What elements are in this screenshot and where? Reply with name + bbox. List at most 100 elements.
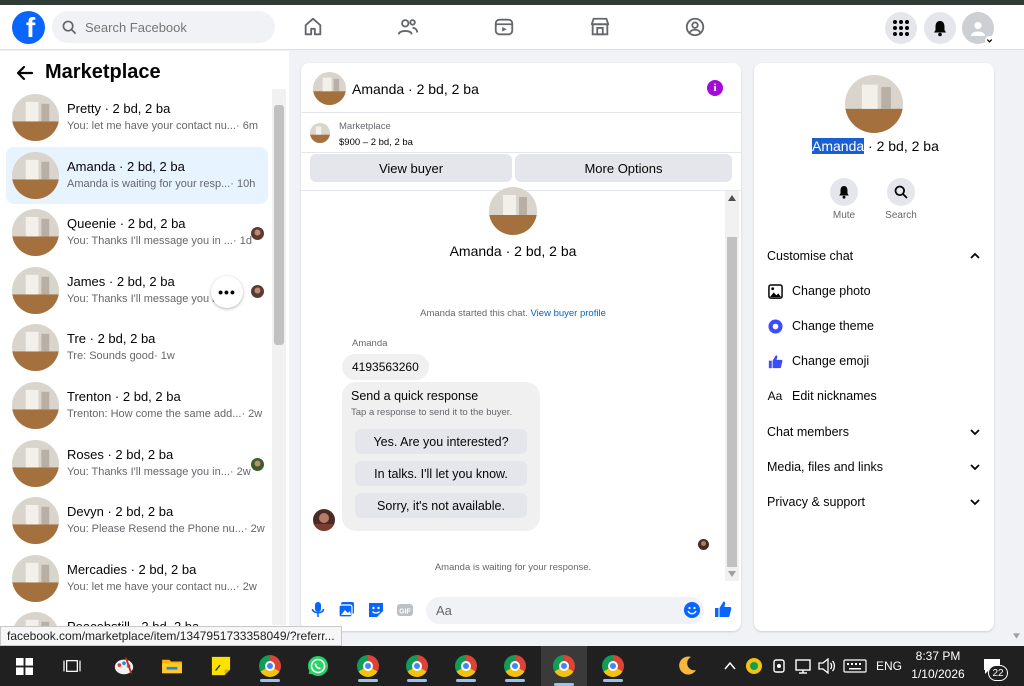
- menu-grid-icon[interactable]: [885, 12, 917, 44]
- view-buyer-profile-link[interactable]: View buyer profile: [531, 308, 606, 319]
- listing-card[interactable]: Marketplace $900 – 2 bd, 2 ba: [301, 115, 741, 153]
- chat-header-name[interactable]: Amanda · 2 bd, 2 ba: [352, 81, 479, 97]
- notifications-bell-icon[interactable]: [924, 12, 956, 44]
- media-files-section[interactable]: Media, files and links: [767, 452, 982, 482]
- quick-reply-not-available-button[interactable]: Sorry, it's not available.: [355, 493, 527, 518]
- page-scroll-down-icon[interactable]: [1013, 633, 1020, 639]
- marketplace-title: Marketplace: [45, 61, 161, 83]
- sticker-icon[interactable]: [367, 601, 385, 619]
- conversation-item[interactable]: Pretty · 2 bd, 2 ba You: let me have your…: [6, 89, 268, 147]
- search-box[interactable]: [52, 11, 275, 43]
- conversation-time: · 6m: [235, 120, 258, 132]
- conversation-item[interactable]: Amanda · 2 bd, 2 ba Amanda is waiting for…: [6, 146, 268, 205]
- chat-members-section[interactable]: Chat members: [767, 417, 982, 447]
- conversation-preview-text: Tre: Sounds good: [67, 350, 155, 363]
- conversation-preview: You: Thanks I'll message you in...· 2w: [67, 466, 251, 478]
- conversation-item[interactable]: Mercadies · 2 bd, 2 ba You: let me have y…: [6, 550, 268, 608]
- like-thumb-icon[interactable]: [714, 600, 732, 618]
- gif-icon[interactable]: GIF: [396, 601, 414, 619]
- listing-avatar[interactable]: [313, 72, 346, 105]
- clock-time[interactable]: 8:37 PM: [914, 649, 962, 663]
- quick-reply-yes-button[interactable]: Yes. Are you interested?: [355, 429, 527, 454]
- scroll-down-arrow-icon[interactable]: [728, 571, 736, 577]
- buyer-avatar-large[interactable]: [489, 187, 537, 235]
- conversation-item[interactable]: James · 2 bd, 2 ba You: Thanks I'll messa…: [6, 262, 268, 320]
- task-view-icon[interactable]: [56, 650, 88, 682]
- chrome-window-2-icon[interactable]: [352, 650, 384, 682]
- svg-text:GIF: GIF: [399, 609, 411, 616]
- emoji-icon[interactable]: [684, 602, 700, 618]
- quick-reply-in-talks-button[interactable]: In talks. I'll let you know.: [355, 461, 527, 486]
- conversation-item[interactable]: Queenie · 2 bd, 2 ba You: Thanks I'll mes…: [6, 204, 268, 262]
- change-theme-item[interactable]: Change theme: [767, 311, 982, 341]
- night-light-moon-icon[interactable]: [671, 650, 703, 682]
- conversation-list-scrollbar[interactable]: [272, 89, 286, 625]
- message-thread-scrollbar[interactable]: [725, 191, 739, 581]
- chrome-window-7-icon[interactable]: [597, 650, 629, 682]
- edit-nicknames-item[interactable]: Aa Edit nicknames: [767, 381, 982, 411]
- chat-started-text: Amanda started this chat.: [420, 308, 528, 319]
- chrome-window-3-icon[interactable]: [401, 650, 433, 682]
- groups-icon[interactable]: [683, 15, 707, 39]
- conversation-item[interactable]: Peacebstill · 2 bd, 2 ba: [6, 607, 268, 626]
- info-icon[interactable]: i: [707, 80, 723, 96]
- tray-app-icon[interactable]: [745, 657, 763, 675]
- facebook-logo-icon[interactable]: f: [12, 11, 45, 44]
- chrome-window-5-icon[interactable]: [499, 650, 531, 682]
- details-avatar[interactable]: [845, 75, 903, 133]
- volume-speaker-icon[interactable]: [818, 658, 836, 674]
- chrome-window-4-icon[interactable]: [450, 650, 482, 682]
- conversation-preview: Tre: Sounds good· 1w: [67, 350, 175, 362]
- view-buyer-button[interactable]: View buyer: [310, 154, 512, 182]
- back-arrow-icon[interactable]: [16, 64, 34, 82]
- conversation-title: Peacebstill · 2 bd, 2 ba: [67, 619, 199, 626]
- scroll-up-arrow-icon[interactable]: [728, 195, 736, 201]
- watch-video-icon[interactable]: [492, 15, 516, 39]
- customise-chat-section[interactable]: Customise chat: [767, 241, 982, 271]
- conversation-item[interactable]: Roses · 2 bd, 2 ba You: Thanks I'll messa…: [6, 435, 268, 493]
- search-action[interactable]: Search: [876, 178, 926, 221]
- file-explorer-icon[interactable]: [156, 650, 188, 682]
- more-options-button[interactable]: More Options: [515, 154, 732, 182]
- page-scrollbar[interactable]: [1009, 51, 1024, 646]
- sticky-notes-icon[interactable]: [205, 650, 237, 682]
- privacy-support-section[interactable]: Privacy & support: [767, 487, 982, 517]
- conversation-item[interactable]: Tre · 2 bd, 2 ba Tre: Sounds good· 1w: [6, 319, 268, 377]
- account-chevron-icon[interactable]: [985, 36, 994, 45]
- change-photo-item[interactable]: Change photo: [767, 276, 982, 306]
- sender-avatar[interactable]: [313, 509, 335, 531]
- notification-count-badge[interactable]: 22: [988, 665, 1008, 681]
- microphone-icon[interactable]: [309, 601, 327, 619]
- message-input[interactable]: Aa: [426, 597, 704, 624]
- touch-keyboard-icon[interactable]: [843, 659, 867, 673]
- conversation-preview-text: Trenton: How come the same add...: [67, 407, 242, 420]
- theme-circle-icon: [767, 318, 783, 334]
- mute-action[interactable]: Mute: [819, 178, 869, 221]
- windows-start-icon[interactable]: [8, 650, 40, 682]
- message-bubble[interactable]: 4193563260: [342, 354, 429, 380]
- conversation-item[interactable]: Trenton · 2 bd, 2 ba Trenton: How come th…: [6, 377, 268, 435]
- language-indicator[interactable]: ENG: [876, 659, 902, 673]
- friends-icon[interactable]: [396, 15, 420, 39]
- more-options-dots-icon[interactable]: •••: [211, 275, 243, 308]
- photo-gallery-icon[interactable]: [338, 601, 356, 619]
- conversation-title: James · 2 bd, 2 ba: [67, 273, 175, 289]
- chat-members-label: Chat members: [767, 425, 849, 439]
- search-input[interactable]: [85, 19, 265, 35]
- conversation-preview: You: Thanks I'll message you in...: [67, 293, 230, 305]
- chrome-window-active-icon[interactable]: [541, 646, 587, 686]
- whatsapp-icon[interactable]: [302, 650, 334, 682]
- network-icon[interactable]: [794, 658, 812, 674]
- home-icon[interactable]: [301, 15, 325, 39]
- waiting-notice: Amanda is waiting for your response.: [434, 562, 592, 573]
- conversation-avatar: [12, 266, 59, 314]
- change-emoji-item[interactable]: Change emoji: [767, 346, 982, 376]
- chrome-profile-m-icon[interactable]: [254, 650, 286, 682]
- tray-security-icon[interactable]: [772, 658, 786, 674]
- conversation-preview-text: You: Please Resend the Phone nu...: [67, 523, 244, 536]
- tray-chevron-up-icon[interactable]: [724, 661, 736, 670]
- clock-date[interactable]: 1/10/2026: [910, 667, 966, 681]
- marketplace-icon[interactable]: [588, 15, 612, 39]
- conversation-item[interactable]: Devyn · 2 bd, 2 ba You: Please Resend the…: [6, 492, 268, 550]
- paint-app-icon[interactable]: [108, 650, 140, 682]
